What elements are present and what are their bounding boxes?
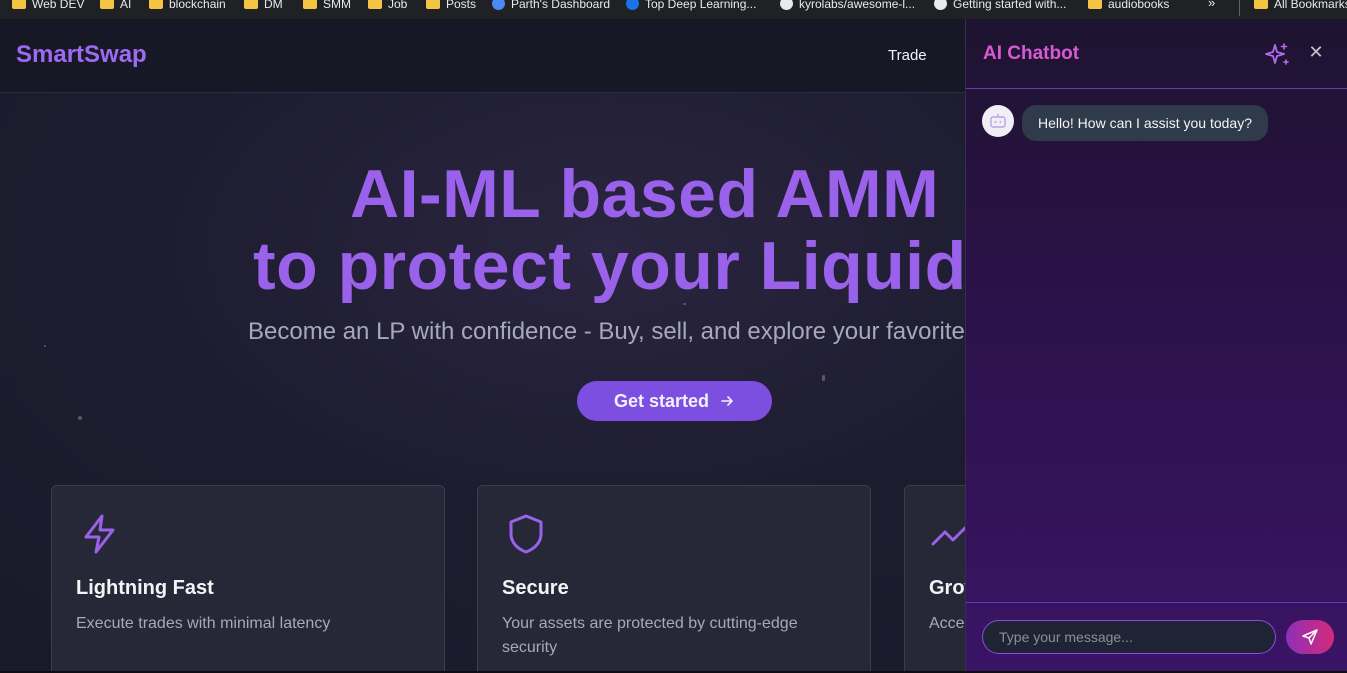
bookmark-job[interactable]: Job: [368, 0, 407, 13]
folder-icon: [244, 0, 258, 9]
close-icon[interactable]: ✕: [1307, 43, 1325, 61]
brand-logo[interactable]: SmartSwap: [16, 41, 147, 69]
chatbot-footer: [966, 602, 1347, 672]
bookmark-kyrolabs[interactable]: kyrolabs/awesome-l...: [780, 0, 915, 13]
bookmark-web-dev[interactable]: Web DEV: [12, 0, 84, 13]
hero-title-line-1: AI-ML based AMM: [350, 156, 940, 232]
shield-icon: [509, 514, 543, 554]
github-icon: [934, 0, 947, 10]
bookmark-smm[interactable]: SMM: [303, 0, 351, 13]
folder-icon: [149, 0, 163, 9]
hero-title-line-2: to protect your Liquidity: [253, 228, 1048, 304]
lightning-icon: [84, 514, 115, 554]
feature-title: Lightning Fast: [76, 577, 214, 599]
folder-icon: [1088, 0, 1102, 9]
bookmark-parths-dashboard[interactable]: Parth's Dashboard: [492, 0, 610, 13]
background-particle: [822, 375, 825, 381]
bot-avatar: [982, 105, 1014, 137]
bookmarks-bar: Web DEV AI blockchain DM SMM Job Posts P…: [0, 0, 1347, 19]
site-icon: [626, 0, 639, 10]
folder-icon: [368, 0, 382, 9]
folder-icon: [100, 0, 114, 9]
bot-icon: [990, 114, 1006, 128]
bookmark-ai[interactable]: AI: [100, 0, 131, 13]
bookmark-dm[interactable]: DM: [244, 0, 283, 13]
bookmark-audiobooks[interactable]: audiobooks: [1088, 0, 1169, 13]
bookmarks-more-button[interactable]: »: [1208, 0, 1215, 10]
bookmark-getting-started[interactable]: Getting started with...: [934, 0, 1066, 13]
chat-message-input[interactable]: [982, 620, 1276, 654]
get-started-label: Get started: [613, 390, 710, 411]
get-started-button[interactable]: Get started: [577, 381, 772, 421]
feature-description: Your assets are protected by cutting-edg…: [502, 615, 798, 656]
chatbot-title: AI Chatbot: [983, 43, 1080, 64]
feature-card-lightning: Lightning Fast Execute trades with minim…: [51, 485, 445, 673]
folder-icon: [303, 0, 317, 9]
folder-icon: [426, 0, 440, 9]
bookmarks-divider: [1239, 0, 1240, 16]
feature-card-secure: Secure Your assets are protected by cutt…: [477, 485, 871, 673]
bookmark-blockchain[interactable]: blockchain: [149, 0, 226, 13]
all-bookmarks[interactable]: All Bookmarks: [1254, 0, 1347, 13]
hero-subtitle: Become an LP with confidence - Buy, sell…: [248, 318, 1043, 345]
background-particle: [78, 416, 82, 420]
sparkles-icon[interactable]: [1264, 42, 1290, 68]
chatbot-header: AI Chatbot ✕: [966, 19, 1347, 89]
feature-description: Execute trades with minimal latency: [76, 615, 331, 632]
arrow-right-icon: [721, 396, 733, 406]
site-icon: [492, 0, 505, 10]
feature-title: Secure: [502, 577, 569, 599]
chatbot-panel: AI Chatbot ✕ Hello! How can I assist you…: [965, 19, 1347, 671]
send-button[interactable]: [1286, 620, 1334, 654]
folder-icon: [1254, 0, 1268, 9]
folder-icon: [12, 0, 26, 9]
nav-trade-link[interactable]: Trade: [888, 47, 927, 64]
send-icon: [1302, 629, 1318, 645]
bookmark-posts[interactable]: Posts: [426, 0, 476, 13]
github-icon: [780, 0, 793, 10]
bookmark-top-deep-learning[interactable]: Top Deep Learning...: [626, 0, 756, 13]
bot-message: Hello! How can I assist you today?: [1022, 105, 1268, 141]
background-particle: [44, 345, 46, 347]
